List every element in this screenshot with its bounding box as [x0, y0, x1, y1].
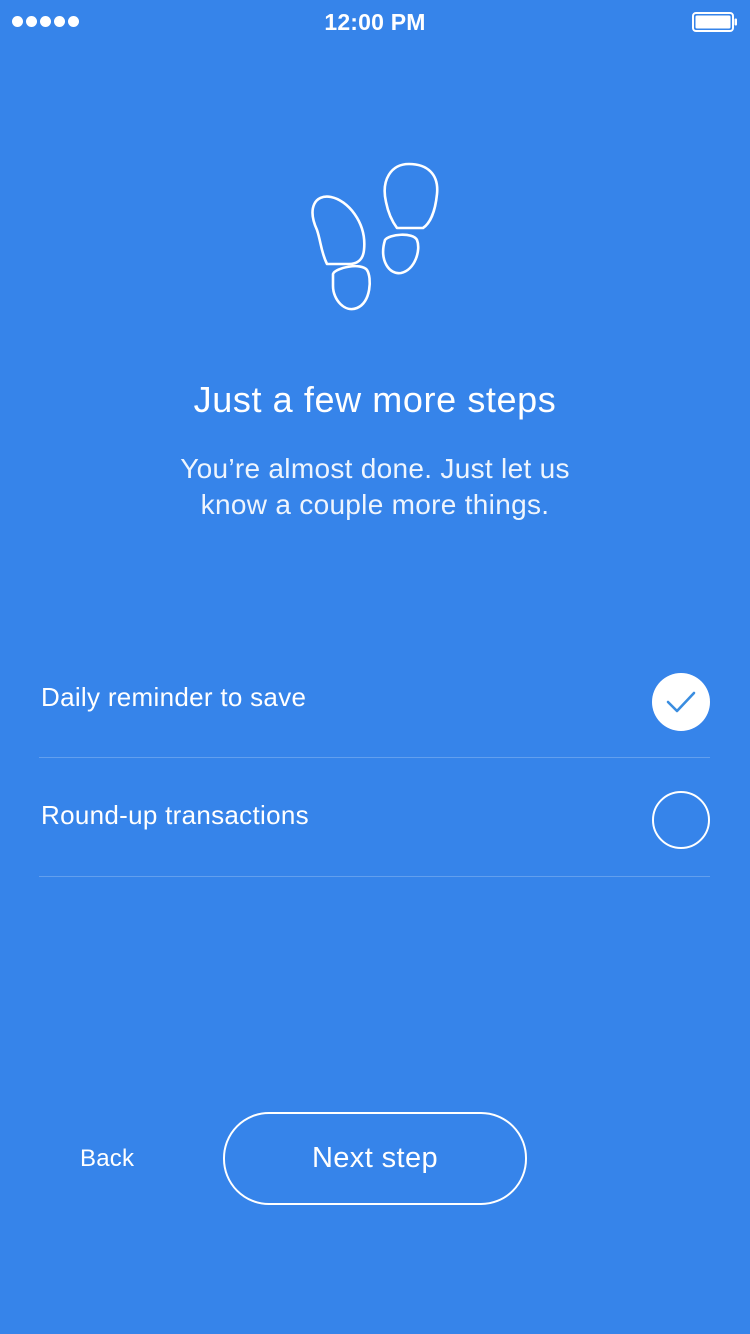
- next-step-button[interactable]: Next step: [223, 1112, 527, 1205]
- onboarding-screen: 12:00 PM Just a few more steps You’re al…: [0, 0, 750, 1334]
- footprints-icon: [311, 162, 439, 311]
- status-bar: 12:00 PM: [0, 0, 750, 44]
- back-button[interactable]: Back: [80, 1145, 134, 1173]
- page-subtitle: You’re almost done. Just let us know a c…: [180, 453, 570, 520]
- checkmark-icon: [666, 691, 696, 713]
- options-list: Daily reminder to save Round-up transact…: [39, 640, 710, 877]
- battery-full-icon: [692, 12, 737, 32]
- checkbox-unchecked[interactable]: [652, 791, 710, 849]
- page-title: Just a few more steps: [193, 379, 557, 420]
- option-label: Daily reminder to save: [41, 682, 307, 712]
- option-round-up[interactable]: Round-up transactions: [39, 758, 710, 877]
- checkbox-checked[interactable]: [652, 673, 710, 731]
- option-label: Round-up transactions: [41, 800, 309, 830]
- option-daily-reminder[interactable]: Daily reminder to save: [39, 640, 710, 758]
- status-time: 12:00 PM: [324, 9, 426, 35]
